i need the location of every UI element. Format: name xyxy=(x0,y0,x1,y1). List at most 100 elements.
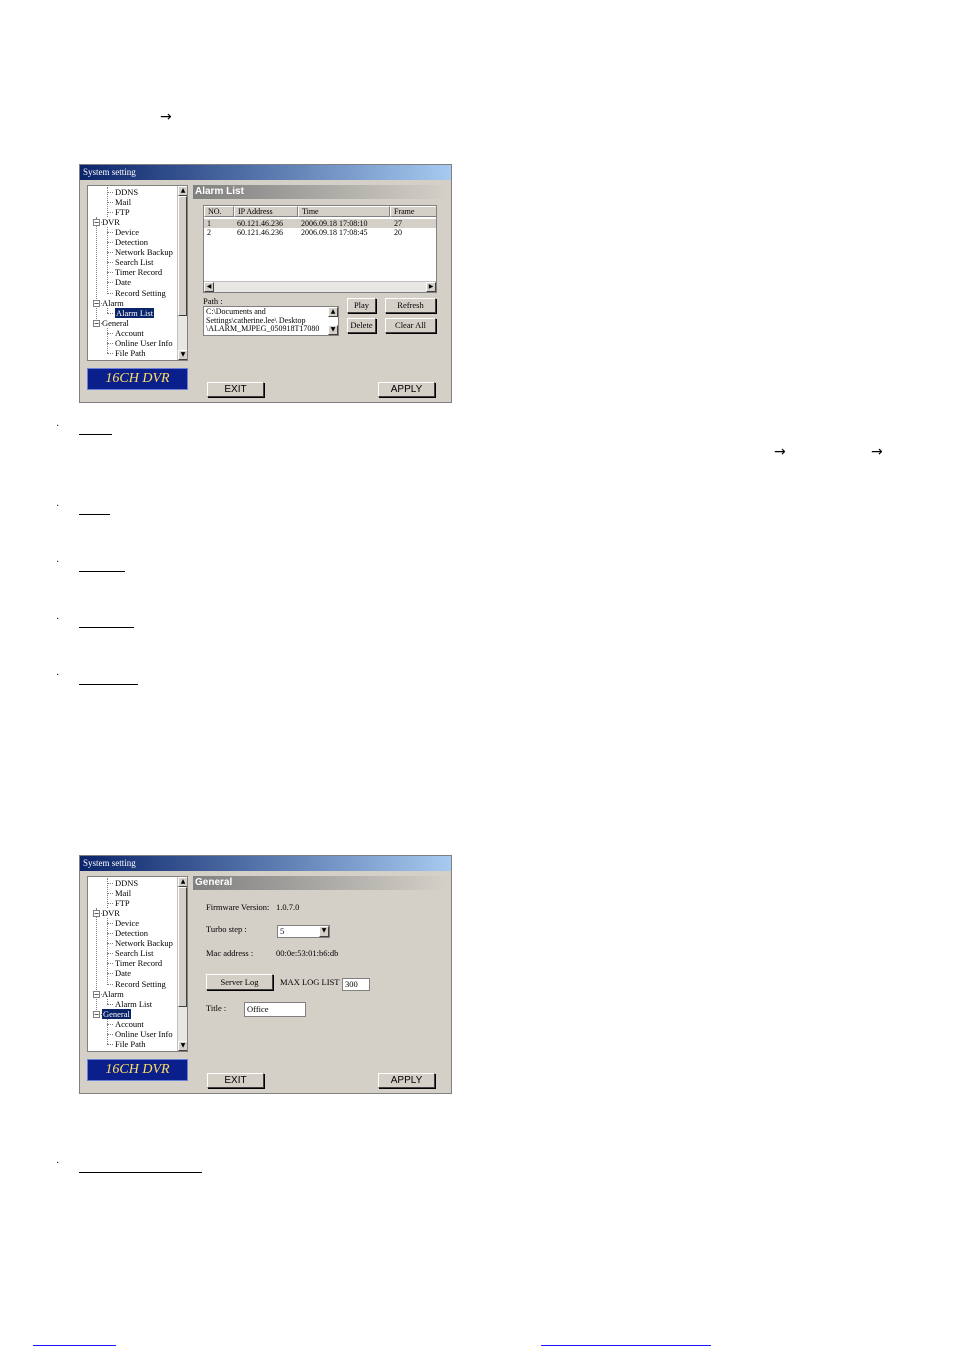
dropdown-arrow-icon[interactable]: ▼ xyxy=(319,926,329,937)
scroll-up-icon[interactable]: ▲ xyxy=(178,877,187,887)
scroll-thumb[interactable] xyxy=(178,196,187,316)
firmware-label: Firmware Version: xyxy=(206,902,270,912)
scroll-down-icon[interactable]: ▼ xyxy=(178,350,187,360)
tree-item-mail[interactable]: Mail xyxy=(115,197,131,207)
apply-button[interactable]: APPLY xyxy=(378,382,435,397)
exit-button[interactable]: EXIT xyxy=(207,382,264,397)
arrow-icon: → xyxy=(774,444,786,460)
collapse-icon[interactable]: − xyxy=(93,219,100,227)
tree-connector xyxy=(107,943,113,945)
tree-item-alarm[interactable]: Alarm xyxy=(102,298,124,308)
tree-item-search-list[interactable]: Search List xyxy=(115,948,153,958)
tree-item-timer-record[interactable]: Timer Record xyxy=(115,958,162,968)
tree-item-alarm[interactable]: Alarm xyxy=(102,989,124,999)
tree-item-timer-record[interactable]: Timer Record xyxy=(115,267,162,277)
collapse-icon[interactable]: − xyxy=(93,910,100,918)
title-field[interactable]: Office xyxy=(244,1002,306,1017)
tree-item-network-backup[interactable]: Network Backup xyxy=(115,247,173,257)
scroll-thumb[interactable] xyxy=(178,887,187,1007)
tree-item-detection[interactable]: Detection xyxy=(115,928,148,938)
scroll-down-icon[interactable]: ▼ xyxy=(328,325,338,335)
tree-item-dvr[interactable]: DVR xyxy=(102,908,120,918)
tree-connector xyxy=(107,1018,108,1044)
tree-connector xyxy=(107,923,113,925)
tree-item-file-path[interactable]: File Path xyxy=(115,1039,145,1049)
tree-item-ftp[interactable]: FTP xyxy=(115,207,130,217)
cell-ip: 60.121.46.236 xyxy=(237,219,283,228)
footer-link-left[interactable] xyxy=(33,1345,116,1346)
path-field[interactable]: C:\Documents and Settings\catherine.lee\… xyxy=(203,306,339,336)
scroll-right-icon[interactable]: ▶ xyxy=(426,282,436,292)
tree-item-detection[interactable]: Detection xyxy=(115,237,148,247)
system-setting-dialog-alarm: System setting ▲ ▼ DDNS Mail FTP − DVR Device… xyxy=(79,164,452,403)
tree-item-record-setting[interactable]: Record Setting xyxy=(115,979,166,989)
collapse-icon[interactable]: − xyxy=(93,990,100,998)
cell-no: 2 xyxy=(207,228,211,237)
tree-connector xyxy=(107,933,113,935)
path-line: \ALARM_MJPEG_050918T17080 xyxy=(206,324,320,333)
column-header-frame[interactable]: Frame xyxy=(390,206,436,217)
tree-item-alarm-list[interactable]: Alarm List xyxy=(115,999,152,1009)
tree-item-general[interactable]: General xyxy=(102,318,129,328)
scroll-left-icon[interactable]: ◀ xyxy=(204,282,214,292)
tree-item-account[interactable]: Account xyxy=(115,328,144,338)
arrow-icon: → xyxy=(871,444,883,460)
tree-connector xyxy=(107,312,113,314)
exit-button[interactable]: EXIT xyxy=(207,1073,264,1088)
tree-item-date[interactable]: Date xyxy=(115,277,131,287)
max-log-list-field[interactable]: 300 xyxy=(342,978,370,991)
tree-item-date[interactable]: Date xyxy=(115,968,131,978)
column-header-no[interactable]: NO. xyxy=(204,206,234,217)
bullet: · xyxy=(56,557,60,568)
tree-item-network-backup[interactable]: Network Backup xyxy=(115,938,173,948)
tree-item-online-user-info[interactable]: Online User Info xyxy=(115,1029,173,1039)
tree-connector xyxy=(107,352,113,354)
tree-connector xyxy=(107,1023,113,1025)
tree-connector xyxy=(107,202,113,204)
tree-scrollbar[interactable]: ▲ ▼ xyxy=(177,186,187,360)
scroll-up-icon[interactable]: ▲ xyxy=(178,186,187,196)
tree-item-device[interactable]: Device xyxy=(115,918,139,928)
collapse-icon[interactable]: − xyxy=(93,319,100,327)
server-log-button[interactable]: Server Log xyxy=(206,974,273,990)
tree-item-general[interactable]: General xyxy=(102,1008,131,1019)
tree-connector xyxy=(107,983,113,985)
turbo-step-select[interactable]: 5 ▼ xyxy=(277,925,330,938)
tree-item-search-list[interactable]: Search List xyxy=(115,257,153,267)
collapse-icon[interactable]: − xyxy=(93,299,100,307)
table-hscrollbar[interactable]: ◀ ▶ xyxy=(204,281,436,292)
column-header-ip[interactable]: IP Address xyxy=(234,206,298,217)
tree-item-device[interactable]: Device xyxy=(115,227,139,237)
scroll-down-icon[interactable]: ▼ xyxy=(178,1041,187,1051)
clear-all-button[interactable]: Clear All xyxy=(385,318,436,333)
tree-item-file-path[interactable]: File Path xyxy=(115,348,145,358)
delete-button[interactable]: Delete xyxy=(347,318,376,333)
scroll-up-icon[interactable]: ▲ xyxy=(328,307,338,317)
tree-item-record-setting[interactable]: Record Setting xyxy=(115,288,166,298)
footer-link-right[interactable] xyxy=(541,1345,711,1346)
tree-scrollbar[interactable]: ▲ ▼ xyxy=(177,877,187,1051)
bullet: · xyxy=(56,670,60,681)
tree-item-mail[interactable]: Mail xyxy=(115,888,131,898)
collapse-icon[interactable]: − xyxy=(93,1010,100,1018)
firmware-value: 1.0.7.0 xyxy=(276,902,300,912)
tree-connector xyxy=(107,1043,113,1045)
tree-item-dvr[interactable]: DVR xyxy=(102,217,120,227)
refresh-button[interactable]: Refresh xyxy=(385,298,436,313)
bullet: · xyxy=(56,501,60,512)
settings-tree: ▲ ▼ DDNS Mail FTP − DVR Device Detection Networ… xyxy=(87,876,188,1052)
play-button[interactable]: Play xyxy=(347,298,376,313)
tree-item-ddns[interactable]: DDNS xyxy=(115,187,138,197)
tree-item-ftp[interactable]: FTP xyxy=(115,898,130,908)
apply-button[interactable]: APPLY xyxy=(378,1073,435,1088)
dialog-title: System setting xyxy=(80,856,451,871)
tree-item-alarm-list[interactable]: Alarm List xyxy=(115,307,155,318)
column-header-time[interactable]: Time xyxy=(298,206,390,217)
tree-item-ddns[interactable]: DDNS xyxy=(115,878,138,888)
tree-item-online-user-info[interactable]: Online User Info xyxy=(115,338,173,348)
tree-connector xyxy=(107,242,113,244)
tree-connector xyxy=(107,893,113,895)
tree-item-account[interactable]: Account xyxy=(115,1019,144,1029)
settings-tree: ▲ ▼ DDNS Mail FTP − DVR Device Detection Networ… xyxy=(87,185,188,361)
system-setting-dialog-general: System setting ▲ ▼ DDNS Mail FTP − DVR Device… xyxy=(79,855,452,1094)
